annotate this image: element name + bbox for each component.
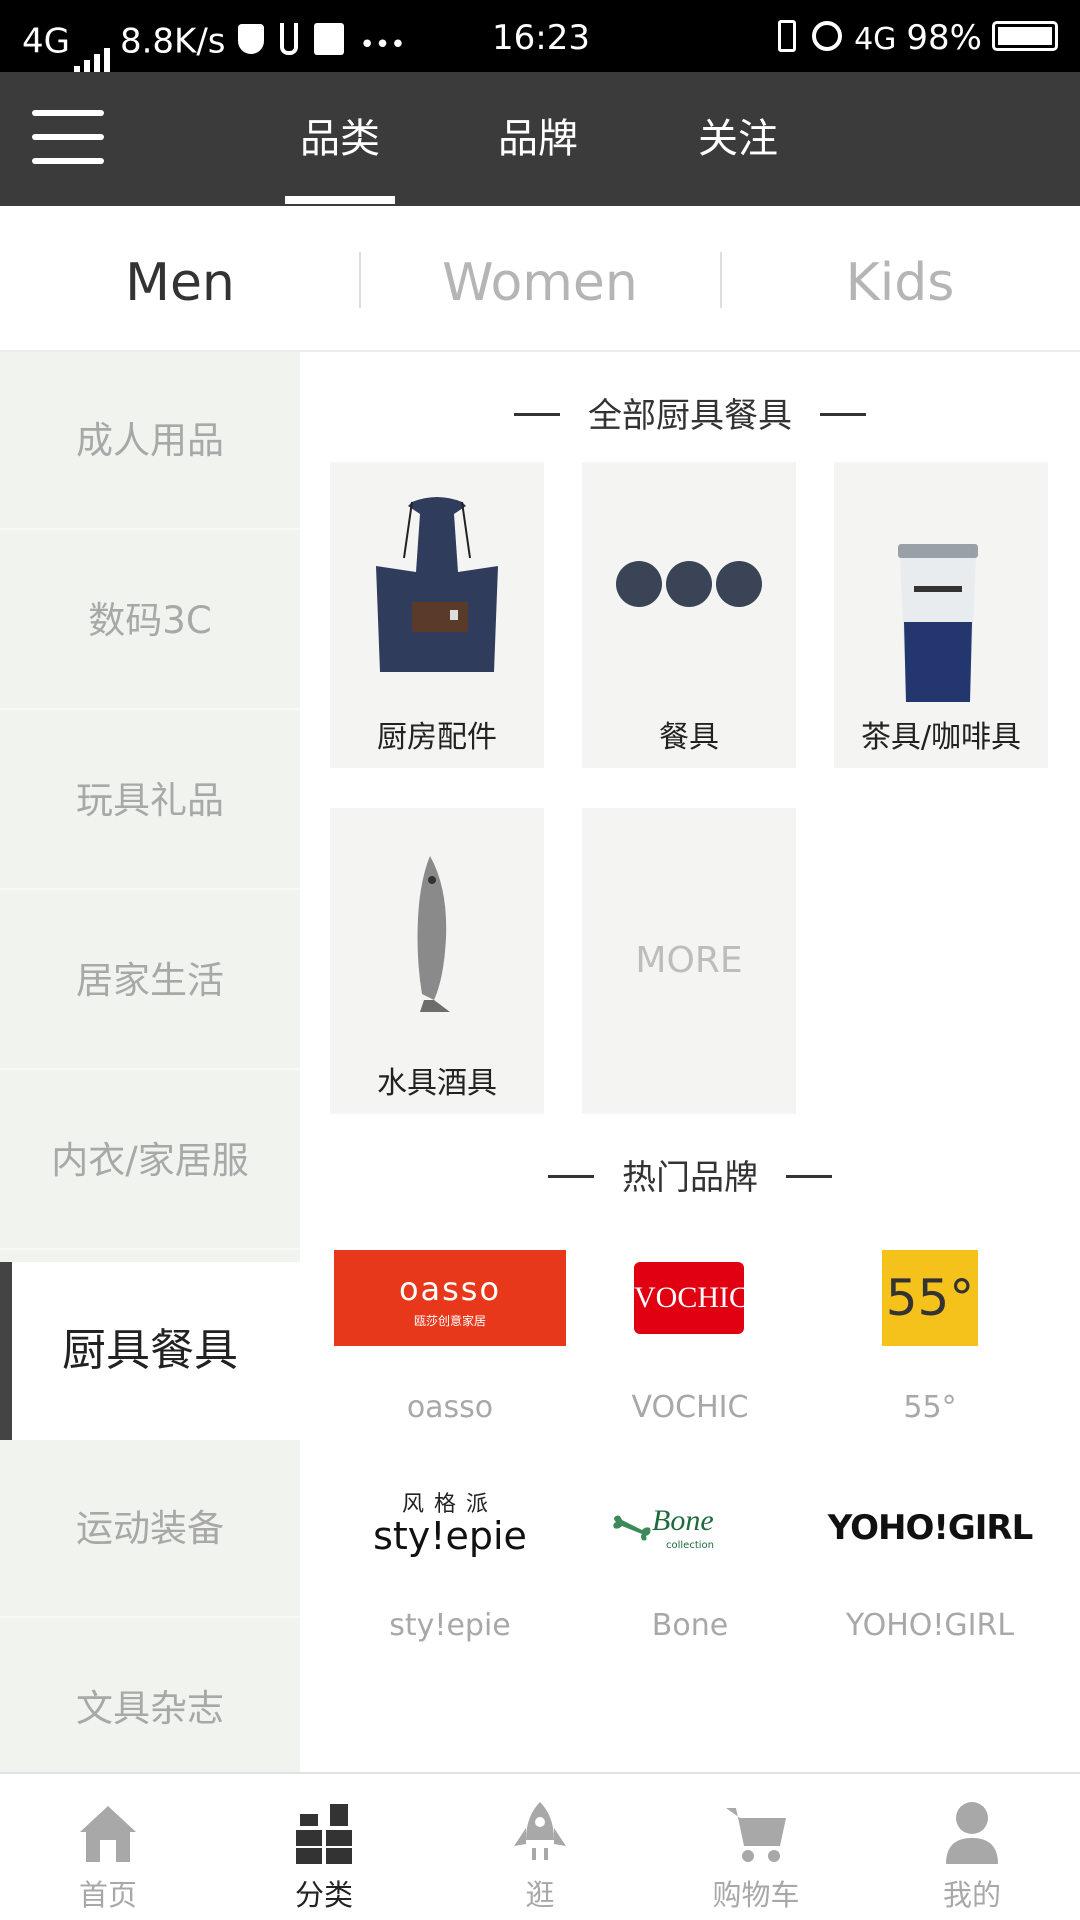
brand-logo-text: Bone (652, 1504, 714, 1537)
sidebar-item-kitchen[interactable]: 厨具餐具 (0, 1262, 300, 1440)
brand-logo-yohogirl: YOHO!GIRL (812, 1486, 1048, 1596)
category-card-tableware[interactable]: 餐具 (582, 462, 796, 768)
brand-name: 55° (903, 1390, 957, 1425)
divider (786, 1175, 832, 1178)
network-type-right: 4G (854, 22, 897, 57)
bottom-tab-label: 我的 (942, 1878, 1001, 1912)
status-left: 4G 8.8K/s ••• (22, 0, 406, 76)
bottom-tab-mine[interactable]: 我的 (864, 1774, 1080, 1920)
main-content: 全部厨具餐具 厨房配件 餐具 茶具/咖啡具 水具酒具 MORE 热门品牌 oas… (300, 352, 1080, 1772)
brand-logo-stylepie: 风格派 sty!epie (332, 1486, 568, 1596)
fish-opener-image (330, 808, 544, 1048)
sidebar-item-stationery[interactable]: 文具杂志 (0, 1620, 300, 1772)
menu-icon[interactable] (32, 110, 104, 166)
bottom-tab-category[interactable]: 分类 (216, 1774, 432, 1920)
top-nav: 品类 品牌 关注 (0, 72, 1080, 206)
category-card-drinkware[interactable]: 水具酒具 (330, 808, 544, 1114)
brand-name: sty!epie (389, 1608, 511, 1643)
usb-icon (279, 23, 298, 55)
sidebar-item-digital[interactable]: 数码3C (0, 532, 300, 710)
brand-logo-55: 55° (812, 1250, 1048, 1360)
section-title-text: 热门品牌 (622, 1158, 758, 1198)
brand-logo-text: oasso (398, 1270, 502, 1308)
gender-tab-men[interactable]: Men (0, 206, 360, 350)
brand-logo-oasso: oasso 瓯莎创意家居 (332, 1250, 568, 1360)
brand-name: oasso (406, 1390, 494, 1425)
status-right: 4G 98% (778, 0, 1058, 72)
brand-logo-text: YOHO!GIRL (827, 1508, 1034, 1548)
brand-logo-sub: collection (666, 1540, 714, 1551)
bottom-tab-cart[interactable]: 购物车 (648, 1774, 864, 1920)
category-card-tea-coffee[interactable]: 茶具/咖啡具 (834, 462, 1048, 768)
tab-category[interactable]: 品类 (270, 72, 410, 206)
divider (820, 413, 866, 416)
gender-tab-women[interactable]: Women (360, 206, 720, 350)
section-title-text: 全部厨具餐具 (588, 396, 792, 436)
divider (548, 1175, 594, 1178)
category-label: 水具酒具 (377, 1066, 497, 1101)
status-bar: 4G 8.8K/s ••• 16:23 4G 98% (0, 0, 1080, 76)
user-icon (942, 1800, 1002, 1866)
bottom-tab-explore[interactable]: 逛 (432, 1774, 648, 1920)
gender-tab-kids[interactable]: Kids (720, 206, 1080, 350)
rocket-icon (510, 1800, 570, 1866)
brand-logo-bone: Bone collection (572, 1486, 808, 1596)
battery-percent: 98% (906, 18, 982, 58)
category-label: 茶具/咖啡具 (860, 720, 1022, 755)
bottom-tab-label: 首页 (78, 1878, 137, 1912)
bottom-tab-label: 分类 (294, 1878, 353, 1912)
apron-image (330, 462, 544, 702)
network-speed: 8.8K/s (119, 21, 226, 62)
more-label: MORE (635, 940, 743, 981)
bottom-tab-label: 逛 (525, 1878, 555, 1912)
sidebar-item-underwear[interactable]: 内衣/家居服 (0, 1072, 300, 1250)
plates-image (582, 462, 796, 702)
brand-logo-sub: 瓯莎创意家居 (413, 1314, 486, 1328)
sidebar-item-sports[interactable]: 运动装备 (0, 1440, 300, 1618)
battery-icon (992, 20, 1058, 51)
category-label: 厨房配件 (377, 720, 497, 755)
vibrate-icon (778, 19, 797, 52)
brand-name: Bone (651, 1608, 729, 1643)
more-categories-card[interactable]: MORE (582, 808, 796, 1114)
brand-name: YOHO!GIRL (845, 1608, 1015, 1643)
network-type: 4G (22, 21, 70, 62)
more-notifications: ••• (359, 29, 406, 60)
category-label: 餐具 (659, 720, 719, 755)
category-sidebar: 成人用品 数码3C 玩具礼品 居家生活 内衣/家居服 厨具餐具 运动装备 文具杂… (0, 352, 300, 1772)
tab-follow[interactable]: 关注 (668, 72, 808, 206)
home-icon (78, 1800, 138, 1866)
brand-logo-text: sty!epie (373, 1514, 527, 1558)
brand-name: VOCHIC (631, 1390, 749, 1425)
brand-logo-vochic: VOCHIC (572, 1250, 808, 1360)
category-icon (294, 1800, 354, 1866)
section-title-brands: 热门品牌 (300, 1150, 1080, 1199)
divider (514, 413, 560, 416)
cart-icon (726, 1800, 786, 1866)
clock: 16:23 (492, 18, 590, 58)
sidebar-item-home[interactable]: 居家生活 (0, 892, 300, 1070)
section-title-all: 全部厨具餐具 (300, 388, 1080, 437)
brand-logo-text: VOCHIC (634, 1262, 749, 1334)
sdcard-icon (313, 23, 344, 55)
brand-logo-text: 55° (882, 1250, 978, 1346)
sidebar-item-adult[interactable]: 成人用品 (0, 352, 300, 530)
sidebar-item-toys[interactable]: 玩具礼品 (0, 712, 300, 890)
bottom-tab-home[interactable]: 首页 (0, 1774, 216, 1920)
tumbler-image (834, 462, 1048, 702)
tab-brand[interactable]: 品牌 (468, 72, 608, 206)
alarm-icon (812, 20, 843, 51)
category-card-kitchen-accessories[interactable]: 厨房配件 (330, 462, 544, 768)
shield-icon (237, 24, 264, 54)
bottom-tab-bar: 首页 分类 逛 购物车 我的 (0, 1772, 1080, 1920)
signal-icon (73, 0, 114, 76)
gender-tabs: Men Women Kids (0, 206, 1080, 352)
bottom-tab-label: 购物车 (712, 1878, 800, 1912)
